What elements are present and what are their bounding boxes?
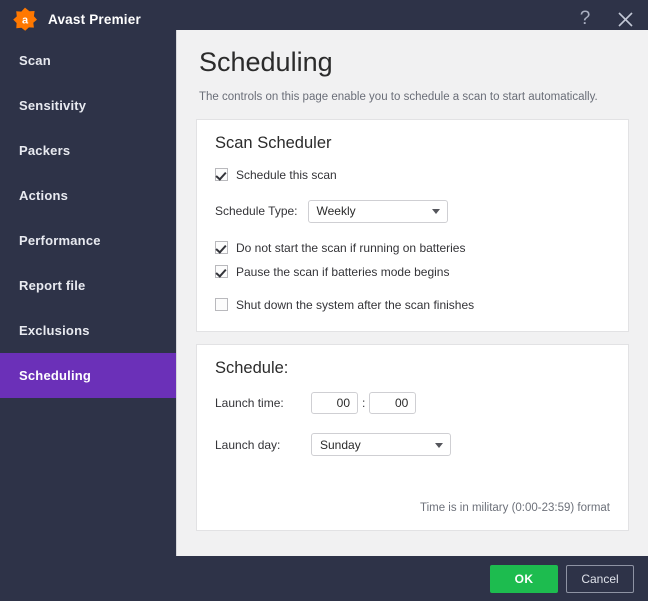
svg-text:a: a — [22, 14, 29, 26]
checkbox-box-icon — [215, 298, 228, 312]
sidebar-item-label: Performance — [19, 233, 101, 248]
scan-scheduler-card: Scan Scheduler Schedule this scan Schedu… — [196, 118, 629, 332]
no-batteries-label: Do not start the scan if running on batt… — [236, 240, 466, 255]
pause-batteries-label: Pause the scan if batteries mode begins — [236, 264, 450, 279]
checkbox-box-icon — [215, 265, 228, 279]
schedule-type-select[interactable]: Weekly — [307, 199, 448, 223]
sidebar-item-performance[interactable]: Performance — [0, 218, 176, 263]
sidebar-item-label: Scheduling — [19, 368, 92, 383]
footer-buttons: OK Cancel — [490, 565, 634, 593]
chevron-down-icon — [431, 209, 440, 215]
schedule-type-value: Weekly — [316, 204, 356, 219]
sidebar-item-label: Packers — [19, 143, 71, 158]
cancel-button[interactable]: Cancel — [566, 565, 634, 593]
page-title: Scheduling — [199, 47, 333, 77]
app-title: Avast Premier — [48, 11, 141, 27]
sidebar-item-exclusions[interactable]: Exclusions — [0, 308, 176, 353]
schedule-this-scan-label: Schedule this scan — [236, 167, 337, 182]
ok-button[interactable]: OK — [490, 565, 558, 593]
time-separator: : — [362, 395, 366, 410]
sidebar-item-sensitivity[interactable]: Sensitivity — [0, 83, 176, 128]
footer-bar: OK Cancel — [0, 556, 648, 601]
launch-day-select[interactable]: Sunday — [311, 433, 451, 457]
launch-day-value: Sunday — [320, 437, 361, 452]
scan-scheduler-title: Scan Scheduler — [215, 133, 332, 152]
schedule-type-label: Schedule Type: — [215, 204, 298, 219]
sidebar-item-label: Scan — [19, 53, 51, 68]
sidebar-item-label: Actions — [19, 188, 69, 203]
schedule-type-row: Schedule Type: Weekly — [215, 199, 610, 223]
sidebar-item-label: Exclusions — [19, 323, 90, 338]
schedule-card: Schedule: Launch time: 00 : 00 Launch da… — [196, 343, 629, 531]
avast-settings-window: a Avast Premier ? Scan Sensitivity Packe… — [0, 0, 648, 601]
help-icon[interactable]: ? — [572, 6, 598, 32]
launch-day-row: Launch day: Sunday — [215, 432, 610, 458]
checkbox-box-icon — [215, 168, 228, 182]
time-format-hint: Time is in military (0:00-23:59) format — [419, 501, 610, 514]
launch-time-row: Launch time: 00 : 00 — [215, 390, 610, 416]
sidebar-item-actions[interactable]: Actions — [0, 173, 176, 218]
launch-day-label: Launch day: — [215, 437, 281, 452]
avast-logo-icon: a — [12, 6, 38, 32]
close-icon[interactable] — [612, 6, 638, 32]
page-description: The controls on this page enable you to … — [199, 90, 598, 103]
page-header: Scheduling The controls on this page ena… — [177, 30, 648, 105]
checkbox-box-icon — [215, 241, 228, 255]
launch-time-minutes-input[interactable]: 00 — [369, 391, 417, 414]
no-batteries-checkbox[interactable]: Do not start the scan if running on batt… — [215, 238, 610, 258]
sidebar-item-scheduling[interactable]: Scheduling — [0, 353, 176, 398]
title-bar-left: a Avast Premier — [12, 6, 141, 32]
sidebar-item-label: Report file — [19, 278, 86, 293]
chevron-down-icon — [435, 442, 443, 448]
sidebar-item-scan[interactable]: Scan — [0, 38, 176, 83]
shutdown-checkbox[interactable]: Shut down the system after the scan fini… — [215, 295, 610, 315]
content-panel: Scheduling The controls on this page ena… — [176, 30, 648, 560]
shutdown-label: Shut down the system after the scan fini… — [236, 297, 475, 312]
sidebar-item-report-file[interactable]: Report file — [0, 263, 176, 308]
pause-batteries-checkbox[interactable]: Pause the scan if batteries mode begins — [215, 262, 610, 282]
sidebar: Scan Sensitivity Packers Actions Perform… — [0, 38, 176, 556]
schedule-title: Schedule: — [215, 358, 289, 377]
schedule-this-scan-checkbox[interactable]: Schedule this scan — [215, 165, 610, 185]
sidebar-item-label: Sensitivity — [19, 98, 87, 113]
sidebar-item-packers[interactable]: Packers — [0, 128, 176, 173]
launch-time-hours-input[interactable]: 00 — [311, 391, 358, 414]
launch-time-label: Launch time: — [215, 395, 284, 410]
